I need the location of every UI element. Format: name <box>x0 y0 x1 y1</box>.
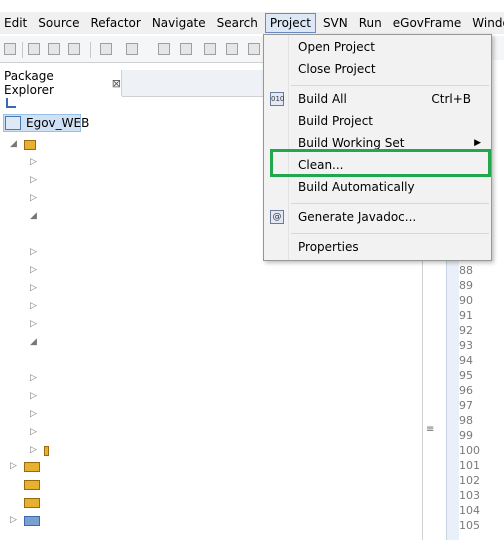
close-icon[interactable]: ⊠ <box>112 77 121 90</box>
collapsed-arrow-icon[interactable]: ▷ <box>30 247 37 257</box>
menu-edit[interactable]: Edit <box>0 14 31 32</box>
line-number: 95 <box>459 369 473 382</box>
expanded-arrow-icon[interactable]: ◢ <box>30 211 37 221</box>
resume-icon[interactable] <box>158 43 170 55</box>
collapsed-arrow-icon[interactable]: ▷ <box>30 391 37 401</box>
menu-refactor[interactable]: Refactor <box>86 14 144 32</box>
collapsed-arrow-icon[interactable]: ▷ <box>30 157 37 167</box>
line-number: 94 <box>459 354 473 367</box>
menu-item-build-automatically[interactable]: Build Automatically <box>298 180 415 194</box>
menu-source[interactable]: Source <box>34 14 83 32</box>
line-number: 103 <box>459 489 480 502</box>
collapsed-arrow-icon[interactable]: ▷ <box>30 319 37 329</box>
folder-icon <box>24 462 40 472</box>
collapse-all-icon[interactable] <box>6 98 16 108</box>
disconnect-icon[interactable] <box>226 43 238 55</box>
menu-separator <box>291 203 489 204</box>
line-number: 104 <box>459 504 480 517</box>
sash-handle-icon[interactable]: ≡ <box>426 424 434 435</box>
menu-search[interactable]: Search <box>213 14 262 32</box>
line-number: 89 <box>459 279 473 292</box>
print-icon[interactable] <box>68 43 80 55</box>
menu-project[interactable]: Project <box>264 13 316 33</box>
clean-highlight-box <box>270 149 491 177</box>
collapsed-arrow-icon[interactable]: ▷ <box>30 175 37 185</box>
line-number: 99 <box>459 429 473 442</box>
menu-item-properties[interactable]: Properties <box>298 240 359 254</box>
expanded-arrow-icon[interactable]: ◢ <box>30 337 37 347</box>
menu-bar: Edit Source Refactor Navigate Search Pro… <box>0 12 504 34</box>
line-number: 90 <box>459 294 473 307</box>
line-number: 92 <box>459 324 473 337</box>
project-menu-dropdown: Open Project Close Project 010 Build All… <box>263 34 492 261</box>
editor-ruler <box>446 255 459 540</box>
terminal-icon[interactable] <box>126 43 138 55</box>
project-name[interactable]: Egov_WEB <box>26 116 89 130</box>
folder-icon <box>24 498 40 508</box>
save-all-icon[interactable] <box>48 43 60 55</box>
menu-separator <box>291 233 489 234</box>
line-number: 93 <box>459 339 473 352</box>
package-explorer-tab[interactable]: Package Explorer ⊠ <box>0 69 122 97</box>
menu-icon-gutter <box>288 35 289 260</box>
collapsed-arrow-icon[interactable]: ▷ <box>30 445 37 455</box>
line-number: 91 <box>459 309 473 322</box>
line-number: 97 <box>459 399 473 412</box>
collapsed-arrow-icon[interactable]: ▷ <box>30 427 37 437</box>
line-number: 88 <box>459 264 473 277</box>
collapsed-arrow-icon[interactable]: ▷ <box>10 515 17 525</box>
line-numbers: 88 89 90 91 92 93 94 95 96 97 98 99 100 … <box>459 263 504 533</box>
collapsed-arrow-icon[interactable]: ▷ <box>30 193 37 203</box>
menu-item-close-project[interactable]: Close Project <box>298 62 376 76</box>
menu-item-build-working-set[interactable]: Build Working Set <box>298 136 404 150</box>
expanded-arrow-icon[interactable]: ◢ <box>10 139 17 149</box>
javadoc-icon: @ <box>270 210 284 224</box>
collapsed-arrow-icon[interactable]: ▷ <box>30 373 37 383</box>
collapsed-arrow-icon[interactable]: ▷ <box>10 461 17 471</box>
project-icon <box>5 116 21 130</box>
collapsed-arrow-icon[interactable]: ▷ <box>30 283 37 293</box>
step-icon[interactable] <box>248 43 260 55</box>
suspend-icon[interactable] <box>180 43 192 55</box>
build-icon[interactable] <box>100 43 112 55</box>
new-icon[interactable] <box>4 43 16 55</box>
menu-separator <box>291 85 489 86</box>
folder-icon <box>44 446 49 456</box>
line-number: 98 <box>459 414 473 427</box>
menu-item-open-project[interactable]: Open Project <box>298 40 375 54</box>
line-number: 105 <box>459 519 480 532</box>
folder-icon <box>24 480 40 490</box>
collapsed-arrow-icon[interactable]: ▷ <box>30 265 37 275</box>
build-all-icon: 010 <box>270 92 284 106</box>
line-number: 96 <box>459 384 473 397</box>
line-number: 102 <box>459 474 480 487</box>
terminate-icon[interactable] <box>204 43 216 55</box>
save-icon[interactable] <box>28 43 40 55</box>
menu-navigate[interactable]: Navigate <box>148 14 210 32</box>
collapsed-arrow-icon[interactable]: ▷ <box>30 301 37 311</box>
menu-item-build-project[interactable]: Build Project <box>298 114 373 128</box>
line-number: 100 <box>459 444 480 457</box>
collapsed-arrow-icon[interactable]: ▷ <box>30 409 37 419</box>
menu-window[interactable]: Windo <box>468 14 504 32</box>
line-number: 101 <box>459 459 480 472</box>
submenu-arrow-icon: ▶ <box>474 138 481 148</box>
build-all-shortcut: Ctrl+B <box>431 92 471 106</box>
menu-item-build-all[interactable]: Build All <box>298 92 347 106</box>
folder-icon <box>24 140 36 150</box>
toolbar-separator <box>22 42 23 58</box>
library-icon <box>24 516 40 526</box>
menu-egovframe[interactable]: eGovFrame <box>389 14 466 32</box>
menu-item-generate-javadoc[interactable]: Generate Javadoc... <box>298 210 416 224</box>
package-explorer-label: Package Explorer <box>4 69 54 97</box>
menu-run[interactable]: Run <box>355 14 386 32</box>
toolbar-separator <box>90 42 91 58</box>
menu-svn[interactable]: SVN <box>319 14 352 32</box>
